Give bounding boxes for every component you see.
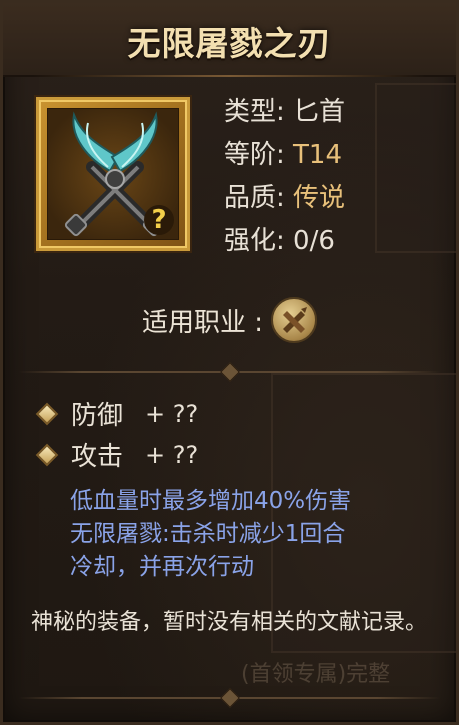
item-name: 无限屠戮之刃 xyxy=(127,24,332,63)
attribute-diamond-icon xyxy=(35,402,59,425)
stat-quality-value: 传说 xyxy=(293,183,346,213)
stat-tier: 等阶: T14 xyxy=(224,134,345,177)
divider-gem-icon xyxy=(219,362,240,382)
stat-enhance: 强化: 0/6 xyxy=(224,220,345,263)
attribute-name: 攻击 xyxy=(71,442,124,472)
effect-line: 低血量时最多增加40%伤害 xyxy=(70,488,352,514)
item-description: 神秘的装备，暂时没有相关的文献记录。 xyxy=(31,610,428,635)
background-text: (首领专属)完整 xyxy=(241,662,391,687)
attribute-row: 攻击 + ?? xyxy=(35,436,199,473)
item-stats: 类型: 匕首 等阶: T14 品质: 传说 强化: 0/6 xyxy=(224,91,345,263)
class-label: 适用职业 : xyxy=(141,307,264,338)
attribute-diamond-icon xyxy=(35,443,59,466)
effect-text: 低血量时最多增加40%伤害 无限屠戮:击杀时减少1回合 冷却，并再次行动 xyxy=(70,485,440,584)
class-row: 适用职业 : xyxy=(3,297,456,343)
unknown-badge: ? xyxy=(144,205,174,235)
stat-enhance-label: 强化: xyxy=(224,226,294,256)
divider xyxy=(19,362,440,382)
stat-quality: 品质: 传说 xyxy=(224,177,345,220)
divider xyxy=(19,688,440,708)
stat-type-label: 类型: xyxy=(224,97,294,127)
divider-gem-icon xyxy=(219,688,240,708)
stat-enhance-value: 0/6 xyxy=(293,226,335,256)
stat-type-value: 匕首 xyxy=(293,97,346,127)
attribute-row: 防御 + ?? xyxy=(35,395,199,432)
effect-line: 无限屠戮:击杀时减少1回合 xyxy=(70,521,346,547)
stat-tier-label: 等阶: xyxy=(224,140,294,170)
attribute-value: + ?? xyxy=(145,440,199,469)
stat-type: 类型: 匕首 xyxy=(224,91,345,134)
effect-line: 冷却，并再次行动 xyxy=(70,554,254,580)
item-icon-frame[interactable]: ? xyxy=(36,97,190,251)
stat-tier-value: T14 xyxy=(293,140,342,170)
stat-quality-label: 品质: xyxy=(224,183,294,213)
attribute-name: 防御 xyxy=(71,401,124,431)
twin-daggers-icon: ? xyxy=(47,108,179,240)
title-bar: 无限屠戮之刃 xyxy=(3,3,456,77)
dagger-class-icon[interactable] xyxy=(271,297,318,343)
background-item-tile xyxy=(375,83,456,253)
attribute-value: + ?? xyxy=(145,399,199,428)
item-tooltip-panel: (首领专属)完整 无限屠戮之刃 ? 类型: 匕首 等阶: T14 品质: 传说 … xyxy=(0,0,459,725)
